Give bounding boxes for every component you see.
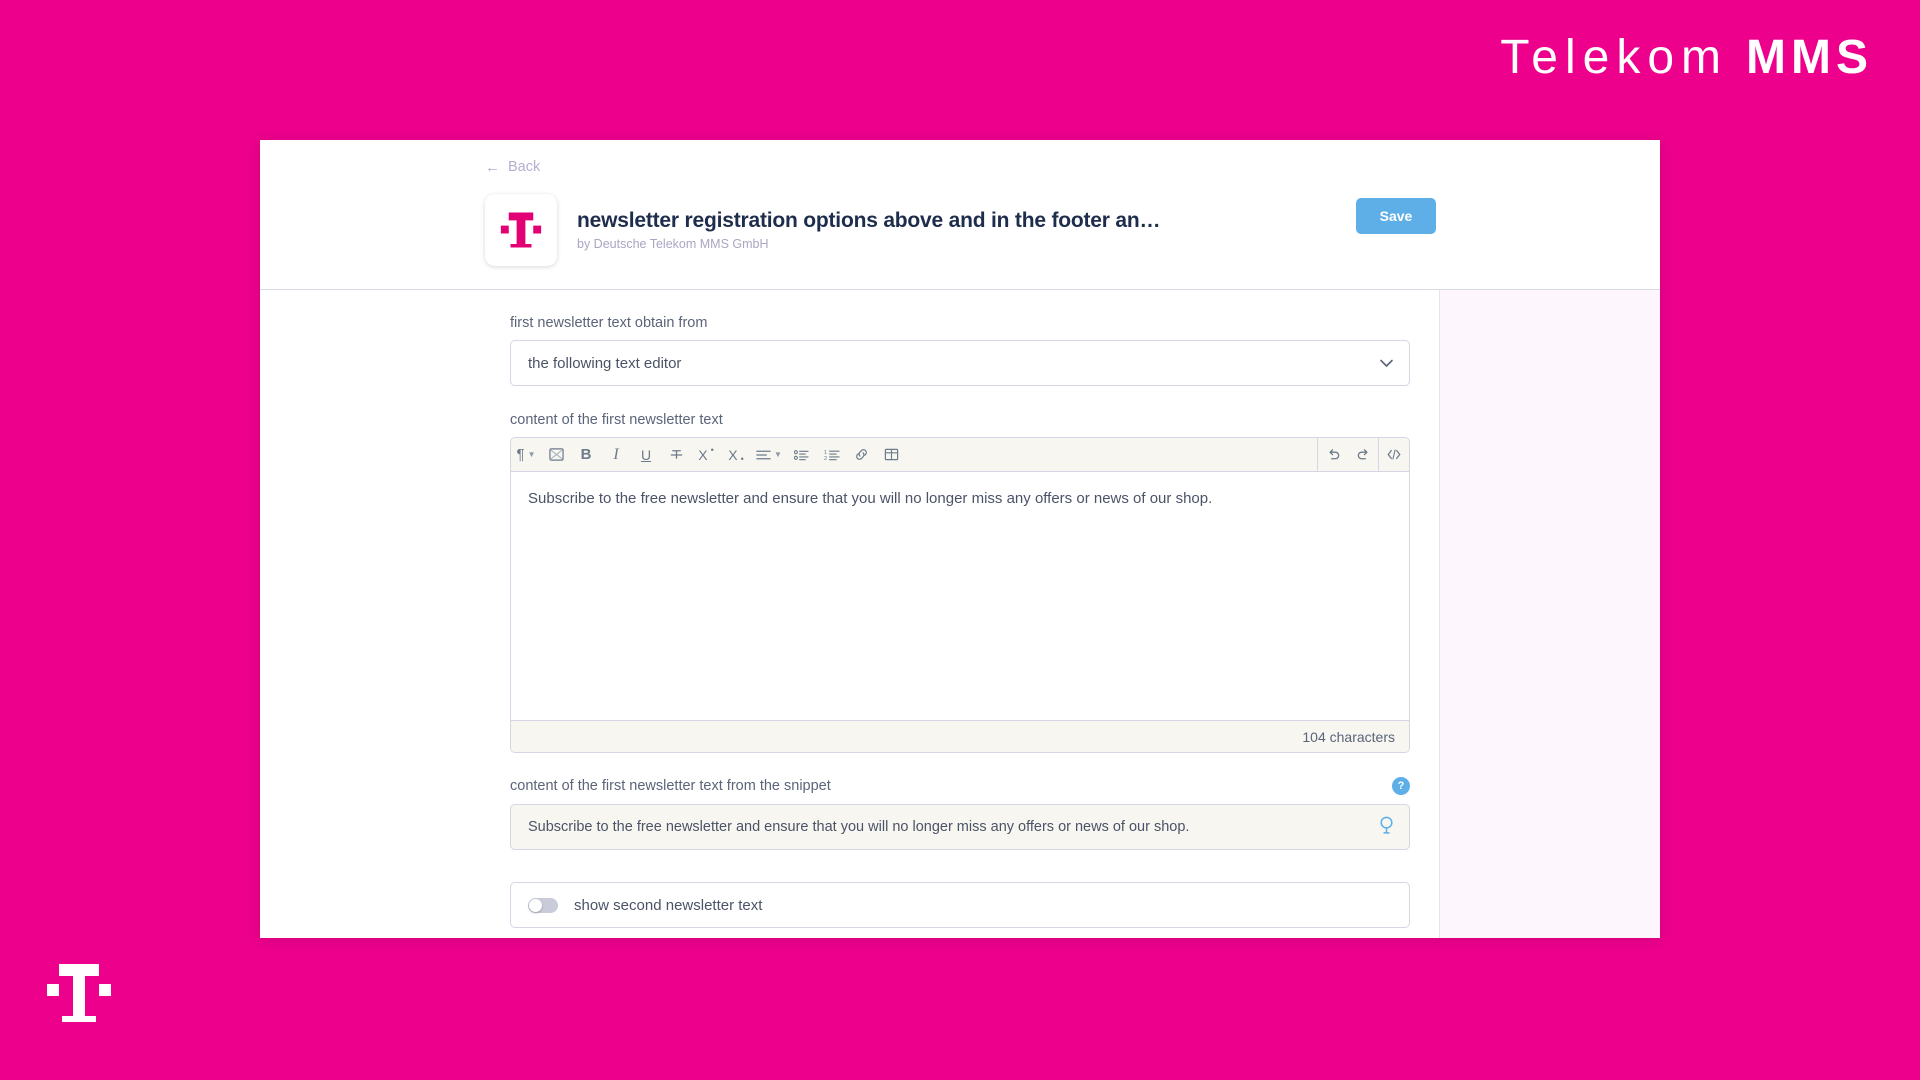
source-select-value: the following text editor xyxy=(528,354,682,372)
app-publisher: by Deutsche Telekom MMS GmbH xyxy=(577,237,769,251)
snippet-label-row: content of the first newsletter text fro… xyxy=(510,777,1410,795)
strikethrough-icon[interactable] xyxy=(661,438,691,471)
chevron-down-icon: ▼ xyxy=(527,450,536,459)
superscript-icon[interactable]: X • xyxy=(691,438,721,471)
insert-link-icon[interactable] xyxy=(847,438,877,471)
save-button[interactable]: Save xyxy=(1356,198,1436,234)
numbered-list-icon[interactable]: 12 xyxy=(817,438,847,471)
editor-toolbar-left: ¶ ▼ B I U X • X • ▼ 1 2 xyxy=(511,438,907,471)
application-panel: ← Back newsletter registration options a… xyxy=(260,140,1660,938)
bullet-list-icon[interactable] xyxy=(787,438,817,471)
show-second-newsletter-toggle[interactable] xyxy=(528,897,558,913)
help-icon[interactable]: ? xyxy=(1392,777,1410,795)
snippet-field-label: content of the first newsletter text fro… xyxy=(510,778,831,794)
subscript-icon[interactable]: X • xyxy=(721,438,751,471)
paragraph-style-icon[interactable]: ¶ ▼ xyxy=(511,438,541,471)
settings-form: first newsletter text obtain from the fo… xyxy=(510,315,1410,928)
chevron-down-icon xyxy=(1380,355,1393,372)
editor-field-label: content of the first newsletter text xyxy=(510,412,723,428)
undo-icon[interactable] xyxy=(1318,438,1348,471)
brand-background: Telekom MMS ← Back newsletter registrati… xyxy=(0,0,1920,1080)
app-body: first newsletter text obtain from the fo… xyxy=(260,290,1660,938)
editor-toolbar: ¶ ▼ B I U X • X • ▼ 1 2 xyxy=(511,438,1409,472)
telekom-mms-wordmark: Telekom MMS xyxy=(1500,34,1873,82)
editor-content[interactable]: Subscribe to the free newsletter and ens… xyxy=(511,472,1409,720)
back-label: Back xyxy=(508,159,541,175)
snippet-readonly-field[interactable]: Subscribe to the free newsletter and ens… xyxy=(510,804,1410,850)
source-code-icon[interactable] xyxy=(1379,438,1409,471)
wordmark-mms: MMS xyxy=(1746,31,1873,84)
editor-character-counter: 104 characters xyxy=(511,720,1409,752)
toggle-label: show second newsletter text xyxy=(574,896,763,914)
telekom-t-logo xyxy=(46,958,112,1028)
redo-icon[interactable] xyxy=(1348,438,1378,471)
wordmark-telekom: Telekom xyxy=(1500,31,1729,84)
back-arrow-icon: ← xyxy=(485,158,500,176)
rich-text-editor: ¶ ▼ B I U X • X • ▼ 1 2 Subscribe to the… xyxy=(510,437,1410,753)
svg-text:2: 2 xyxy=(824,456,827,461)
back-link[interactable]: ← Back xyxy=(485,159,540,175)
svg-text:1: 1 xyxy=(824,450,827,456)
app-header: ← Back newsletter registration options a… xyxy=(260,140,1660,290)
show-second-newsletter-toggle-row[interactable]: show second newsletter text xyxy=(510,882,1410,928)
bold-icon[interactable]: B xyxy=(571,438,601,471)
snippet-search-icon[interactable] xyxy=(1378,816,1395,839)
telekom-t-app-icon xyxy=(485,194,557,266)
italic-icon[interactable]: I xyxy=(601,438,631,471)
insert-image-icon[interactable] xyxy=(541,438,571,471)
chevron-down-icon: ▼ xyxy=(774,450,782,459)
source-select[interactable]: the following text editor xyxy=(510,340,1410,386)
content-column: first newsletter text obtain from the fo… xyxy=(260,290,1440,938)
snippet-value: Subscribe to the free newsletter and ens… xyxy=(528,819,1190,835)
page-title: newsletter registration options above an… xyxy=(577,209,1161,232)
align-icon[interactable]: ▼ xyxy=(751,438,787,471)
editor-toolbar-right xyxy=(1317,438,1409,471)
toggle-knob xyxy=(529,898,542,912)
header-identity: newsletter registration options above an… xyxy=(485,194,1160,266)
source-field-label: first newsletter text obtain from xyxy=(510,315,708,331)
underline-icon[interactable]: U xyxy=(631,438,661,471)
insert-table-icon[interactable] xyxy=(877,438,907,471)
